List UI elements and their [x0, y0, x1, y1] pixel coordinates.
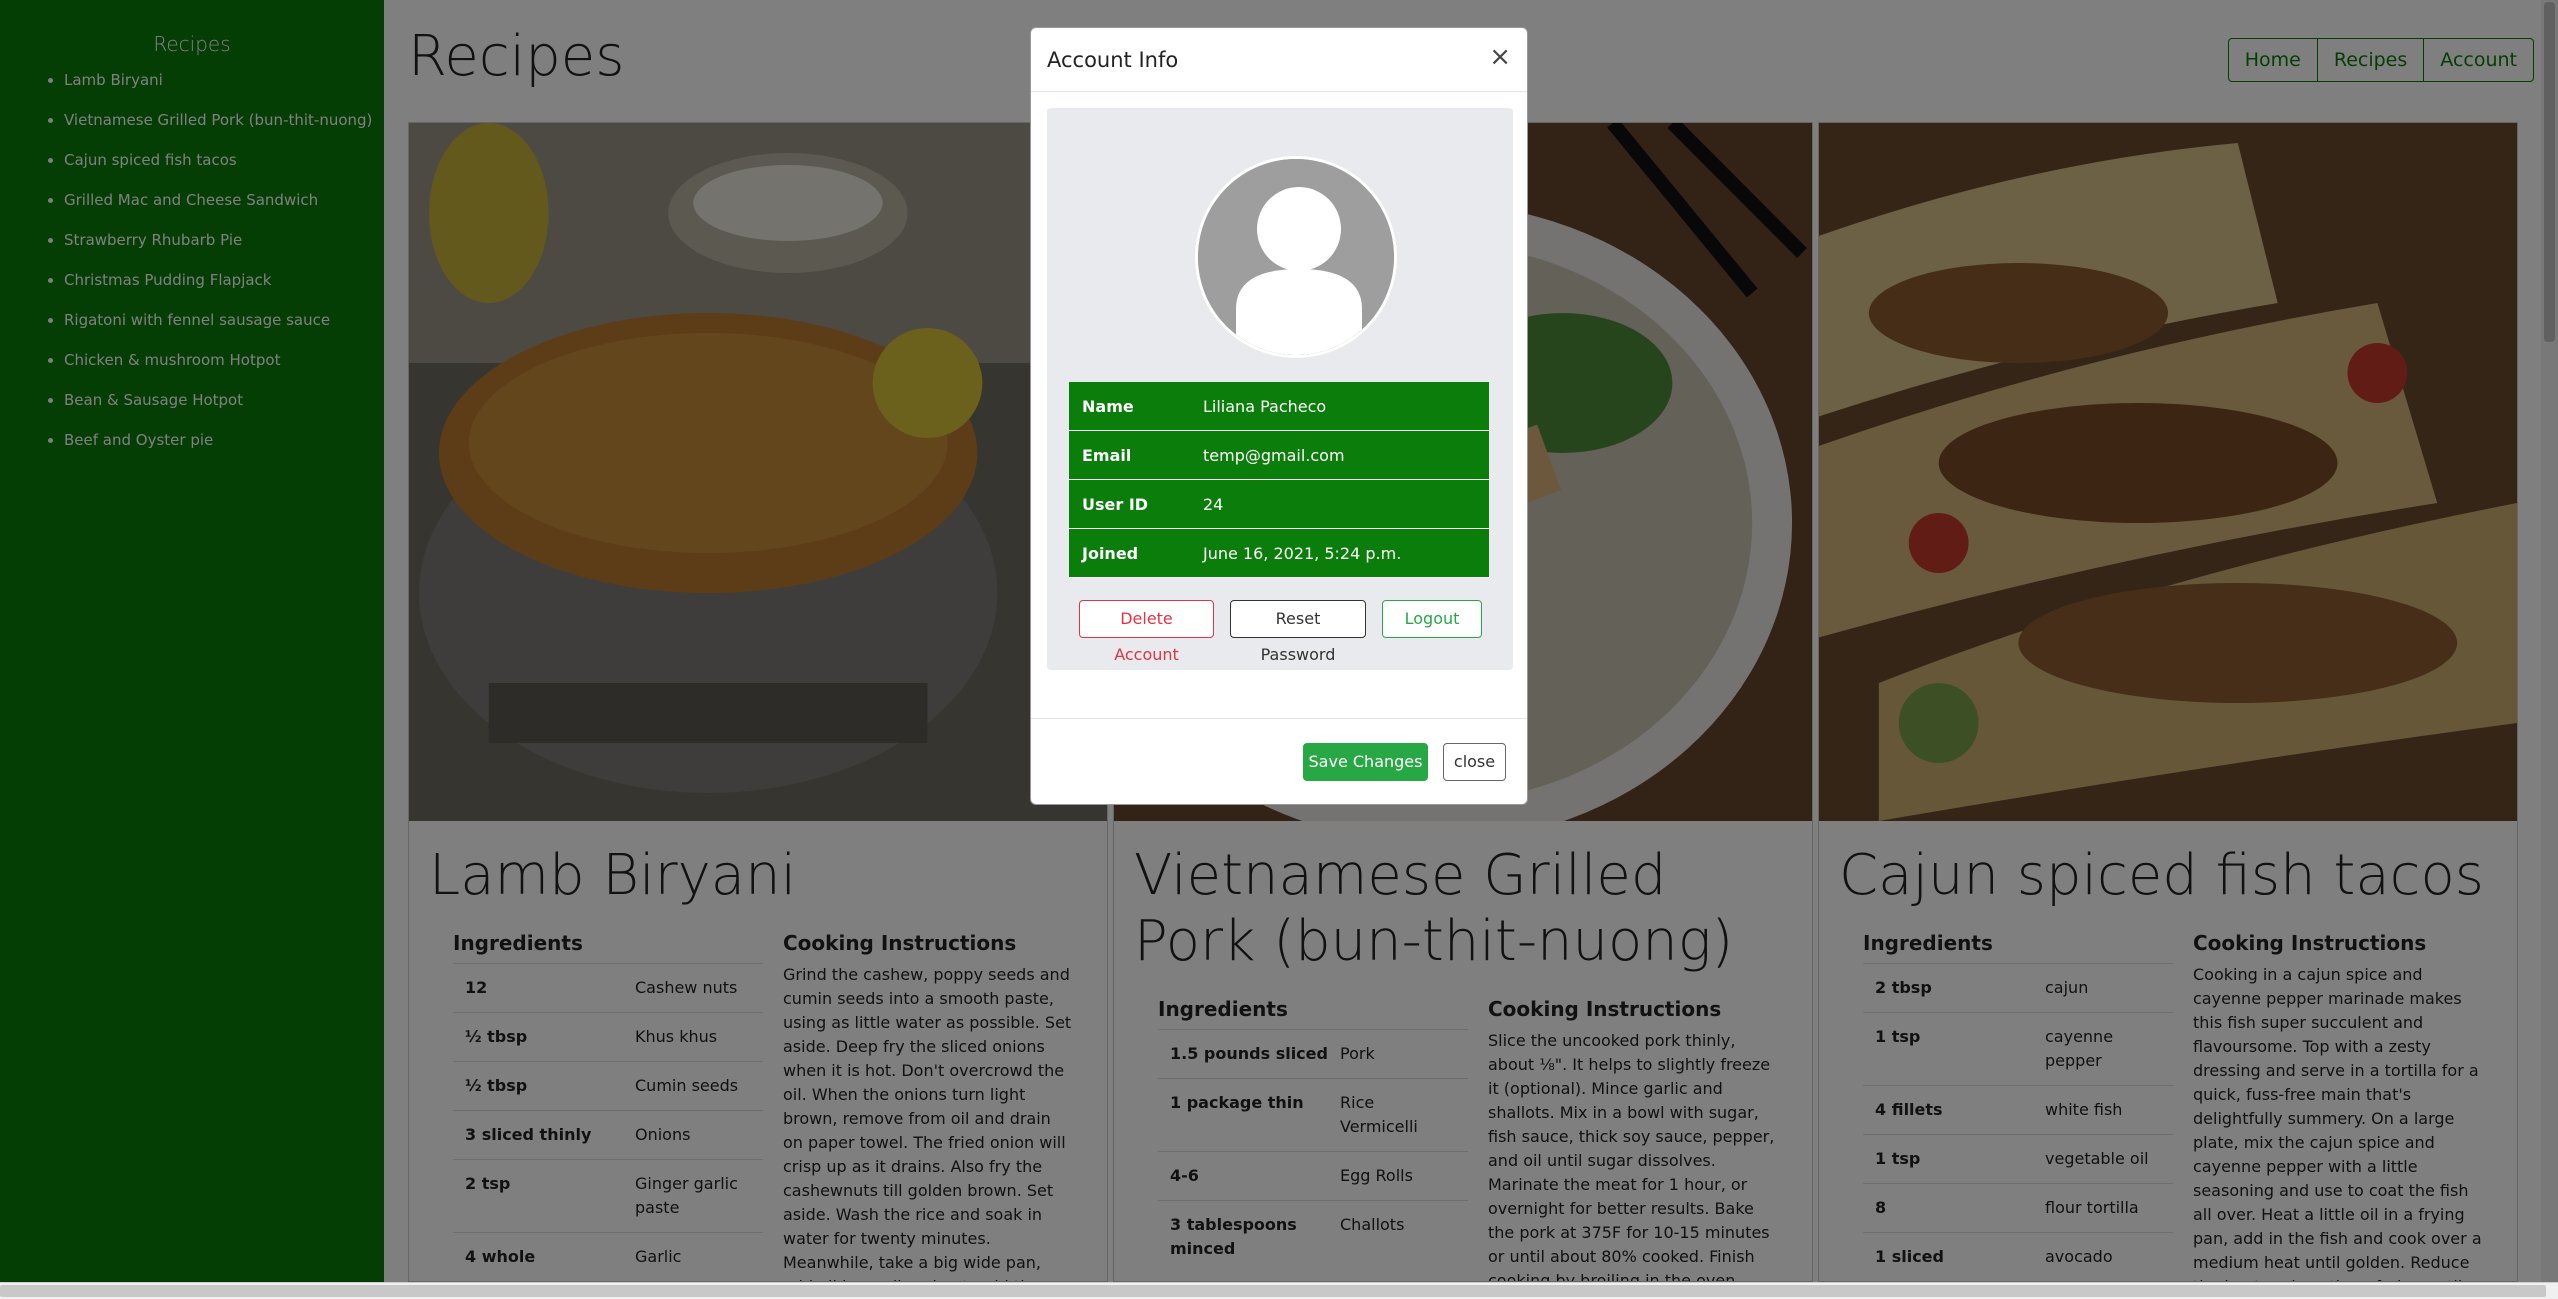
account-info-modal: Account Info × Name Liliana Pacheco Email…: [1030, 27, 1528, 805]
horizontal-scrollbar[interactable]: [0, 1282, 2558, 1299]
info-label: Email: [1082, 445, 1132, 465]
close-button[interactable]: close: [1443, 743, 1506, 781]
save-changes-button[interactable]: Save Changes: [1303, 743, 1428, 781]
info-value: Liliana Pacheco: [1203, 396, 1327, 416]
modal-header: Account Info ×: [1031, 28, 1527, 92]
info-row-email: Email temp@gmail.com: [1069, 431, 1489, 480]
info-value: 24: [1203, 494, 1224, 514]
reset-password-button[interactable]: Reset Password: [1230, 600, 1366, 664]
info-value: June 16, 2021, 5:24 p.m.: [1203, 543, 1402, 563]
modal-footer: Save Changes close: [1031, 718, 1527, 806]
account-info-table: Name Liliana Pacheco Email temp@gmail.com …: [1069, 382, 1489, 578]
info-label: User ID: [1082, 494, 1149, 514]
account-actions: Delete Account Reset Password Logout: [1079, 600, 1482, 664]
info-label: Name: [1082, 396, 1134, 416]
delete-account-button[interactable]: Delete Account: [1079, 600, 1214, 664]
close-icon[interactable]: ×: [1489, 42, 1511, 72]
info-value: temp@gmail.com: [1203, 445, 1345, 465]
info-row-user-id: User ID 24: [1069, 480, 1489, 529]
logout-button[interactable]: Logout: [1382, 600, 1482, 638]
account-panel: Name Liliana Pacheco Email temp@gmail.com …: [1047, 108, 1513, 670]
scrollbar-thumb[interactable]: [0, 1285, 2546, 1297]
info-row-joined: Joined June 16, 2021, 5:24 p.m.: [1069, 529, 1489, 578]
avatar: [1195, 156, 1397, 358]
info-label: Joined: [1082, 543, 1139, 563]
user-icon: [1198, 159, 1394, 355]
modal-title: Account Info: [1047, 48, 1179, 72]
info-row-name: Name Liliana Pacheco: [1069, 382, 1489, 431]
